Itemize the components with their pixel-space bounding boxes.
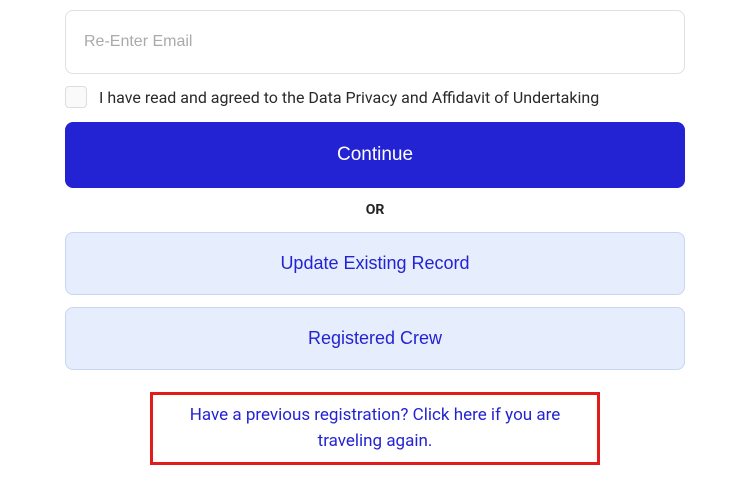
continue-button[interactable]: Continue (65, 122, 685, 188)
update-existing-record-button[interactable]: Update Existing Record (65, 232, 685, 295)
privacy-checkbox-label: I have read and agreed to the Data Priva… (99, 88, 599, 107)
previous-registration-box: Have a previous registration? Click here… (150, 392, 600, 465)
or-divider: OR (65, 202, 685, 218)
privacy-checkbox-row: I have read and agreed to the Data Priva… (65, 86, 685, 108)
privacy-checkbox[interactable] (65, 86, 87, 108)
registered-crew-button[interactable]: Registered Crew (65, 307, 685, 370)
reenter-email-field[interactable] (65, 10, 685, 74)
previous-registration-link[interactable]: Have a previous registration? Click here… (190, 405, 561, 451)
